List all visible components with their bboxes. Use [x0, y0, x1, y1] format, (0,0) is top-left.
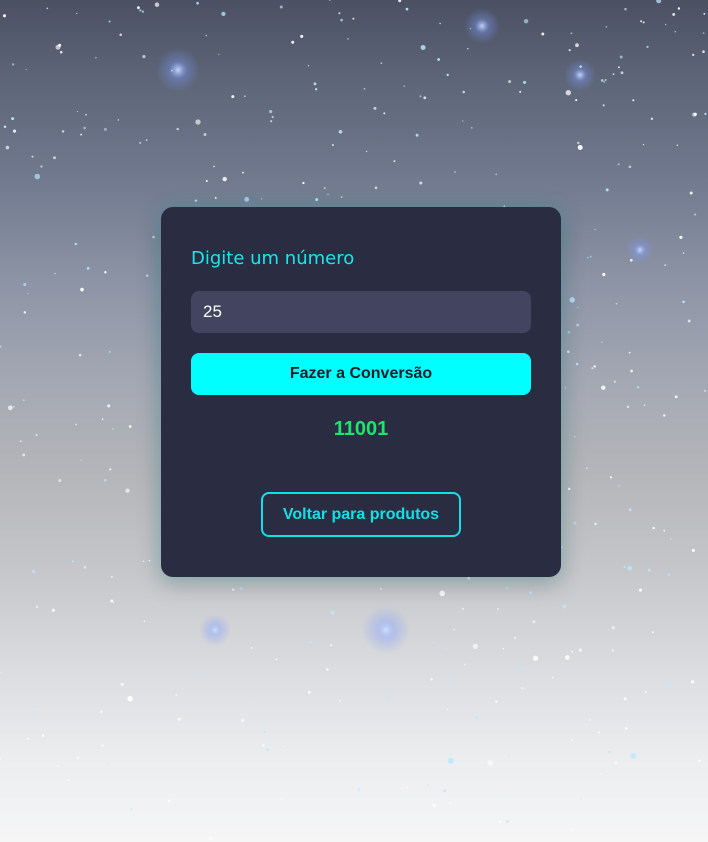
convert-button[interactable]: Fazer a Conversão: [191, 353, 531, 395]
conversion-result: 11001: [333, 418, 389, 440]
number-input[interactable]: [191, 291, 531, 333]
back-to-products-button[interactable]: Voltar para produtos: [261, 492, 461, 537]
number-input-label: Digite um número: [191, 248, 355, 269]
converter-card: Digite um número Fazer a Conversão 11001…: [161, 207, 561, 577]
